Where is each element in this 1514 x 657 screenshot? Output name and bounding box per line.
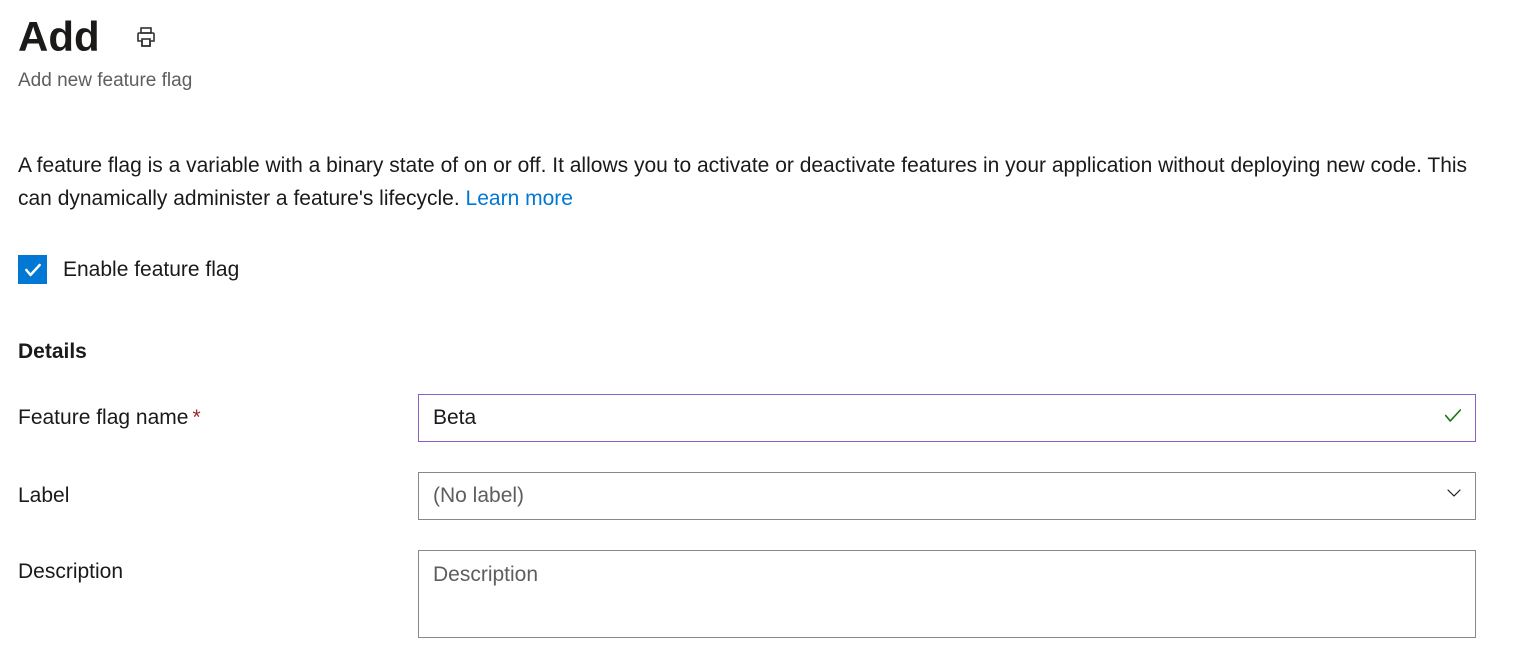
intro-text: A feature flag is a variable with a bina…	[18, 150, 1478, 215]
description-row: Description	[18, 550, 1496, 643]
required-star-icon: *	[192, 406, 200, 429]
details-heading: Details	[18, 340, 1496, 364]
header-row: Add	[18, 14, 1496, 60]
print-icon[interactable]	[132, 23, 160, 51]
description-textarea[interactable]	[418, 550, 1476, 638]
chevron-down-icon	[1445, 484, 1463, 508]
label-field-label: Label	[18, 484, 418, 508]
feature-flag-name-wrap	[418, 394, 1476, 442]
label-select-wrap: (No label)	[418, 472, 1476, 520]
intro-body: A feature flag is a variable with a bina…	[18, 154, 1467, 210]
enable-feature-flag-label: Enable feature flag	[63, 258, 239, 282]
feature-flag-name-row: Feature flag name*	[18, 394, 1496, 442]
feature-flag-name-label: Feature flag name*	[18, 406, 418, 430]
label-select[interactable]: (No label)	[418, 472, 1476, 520]
description-label: Description	[18, 550, 418, 584]
enable-feature-flag-row: Enable feature flag	[18, 255, 1496, 284]
page-subtitle: Add new feature flag	[18, 70, 1496, 92]
description-wrap	[418, 550, 1476, 643]
label-row: Label (No label)	[18, 472, 1496, 520]
label-select-value: (No label)	[433, 484, 524, 508]
enable-feature-flag-checkbox[interactable]	[18, 255, 47, 284]
page-title: Add	[18, 14, 100, 60]
feature-flag-name-input[interactable]	[418, 394, 1476, 442]
learn-more-link[interactable]: Learn more	[466, 187, 573, 210]
